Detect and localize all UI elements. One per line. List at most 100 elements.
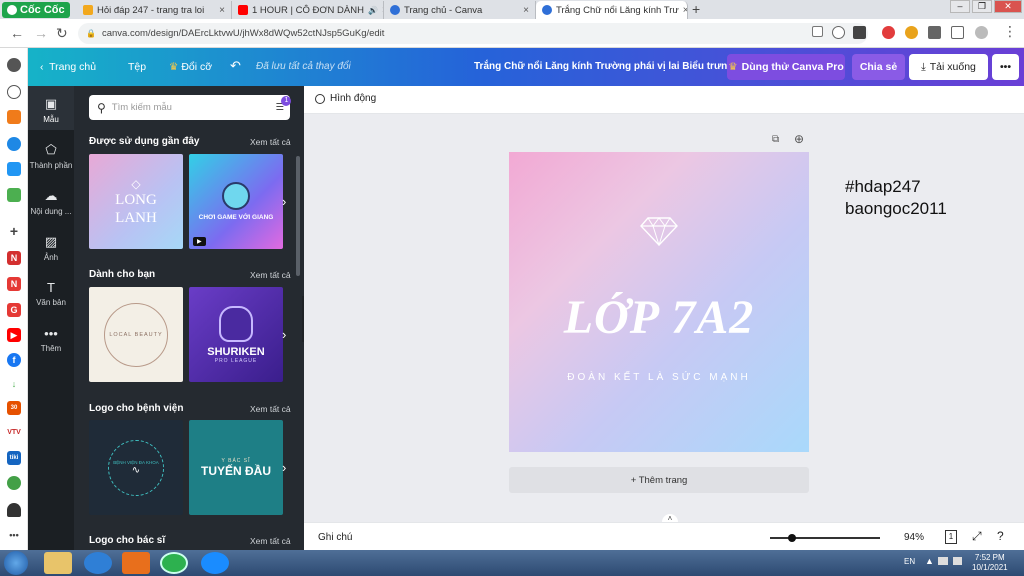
messenger-icon[interactable] bbox=[7, 137, 21, 151]
more-options-button[interactable]: ••• bbox=[992, 54, 1019, 80]
see-all-recent[interactable]: Xem tất cả bbox=[250, 137, 291, 147]
nav-elements[interactable]: ⬠ Thành phần bbox=[28, 134, 74, 178]
facebook-icon[interactable]: f bbox=[7, 353, 21, 367]
new-tab-button[interactable]: + bbox=[692, 1, 700, 17]
zalo-icon[interactable] bbox=[7, 162, 21, 176]
download-icon[interactable] bbox=[853, 26, 866, 39]
zoom-slider[interactable] bbox=[770, 534, 880, 542]
resize-button[interactable]: ♛ Đổi cỡ bbox=[169, 61, 212, 73]
calendar-icon[interactable]: 30 bbox=[7, 401, 21, 415]
close-tab-icon[interactable]: × bbox=[683, 5, 687, 16]
page-count-button[interactable]: 1 bbox=[945, 530, 957, 544]
chevron-right-icon[interactable]: › bbox=[282, 460, 286, 475]
template-search-input[interactable]: ⚲ Tìm kiếm mẫu ☰ 1 bbox=[89, 95, 292, 120]
bookmark-star-icon[interactable] bbox=[812, 26, 823, 37]
tab-canva-home[interactable]: Trang chủ - Canva × bbox=[384, 1, 536, 19]
browser-menu-icon[interactable]: ⋮ bbox=[1003, 23, 1017, 40]
windows-start-icon[interactable] bbox=[4, 551, 28, 575]
help-icon[interactable]: ? bbox=[997, 529, 1004, 543]
template-thumb[interactable]: Y BÁC SĨ TUYẾN ĐẦU bbox=[189, 420, 283, 515]
notes-button[interactable]: Ghi chú bbox=[318, 532, 352, 543]
clock[interactable]: 7:52 PM 10/1/2021 bbox=[972, 553, 1008, 573]
notification-bell-icon[interactable] bbox=[7, 503, 21, 517]
document-title[interactable]: Trắng Chữ nổi Lăng kính Trường phái vị l… bbox=[474, 61, 733, 72]
animate-button[interactable]: Hình động bbox=[315, 93, 376, 104]
minimize-icon[interactable]: – bbox=[950, 0, 970, 13]
history-icon[interactable] bbox=[7, 85, 21, 99]
extension-coin-icon[interactable] bbox=[905, 26, 918, 39]
news2-icon[interactable]: N bbox=[7, 277, 21, 291]
undo-icon[interactable]: ↶ bbox=[230, 58, 241, 74]
panel-scrollbar[interactable] bbox=[296, 156, 300, 276]
back-arrow-icon[interactable]: ← bbox=[10, 25, 24, 41]
game-controller-icon[interactable] bbox=[7, 188, 21, 202]
url-field[interactable]: 🔒 canva.com/design/DAErcLktvwU/jhWx8dWQw… bbox=[78, 23, 868, 44]
shield-icon[interactable] bbox=[832, 26, 845, 39]
duplicate-page-icon[interactable]: ⧉ bbox=[772, 134, 779, 145]
design-title[interactable]: LỚP 7A2 bbox=[509, 290, 809, 345]
settings-gear-icon[interactable] bbox=[7, 58, 21, 72]
nav-more[interactable]: ••• Thêm bbox=[28, 318, 74, 362]
forward-arrow-icon[interactable]: → bbox=[34, 25, 48, 41]
close-window-icon[interactable]: ✕ bbox=[994, 0, 1022, 13]
vtv-icon[interactable]: VTV bbox=[7, 426, 21, 440]
see-all-doctor[interactable]: Xem tất cả bbox=[250, 536, 291, 546]
design-artboard[interactable]: LỚP 7A2 ĐOÀN KẾT LÀ SỨC MẠNH bbox=[509, 152, 809, 452]
adblock-icon[interactable] bbox=[882, 26, 895, 39]
zoom-slider-knob[interactable] bbox=[788, 534, 796, 542]
news-icon[interactable]: N bbox=[7, 251, 21, 265]
youtube-icon[interactable]: ▶ bbox=[7, 328, 21, 342]
language-indicator[interactable]: EN bbox=[904, 557, 915, 566]
file-explorer-icon[interactable] bbox=[44, 552, 72, 574]
see-all-for-you[interactable]: Xem tất cả bbox=[250, 270, 291, 280]
add-page-button[interactable]: + Thêm trang bbox=[509, 467, 809, 493]
internet-explorer-icon[interactable] bbox=[84, 552, 112, 574]
media-player-icon[interactable] bbox=[122, 552, 150, 574]
maps-icon[interactable] bbox=[7, 476, 21, 490]
file-menu-button[interactable]: Tệp bbox=[128, 61, 146, 73]
restore-icon[interactable]: ❐ bbox=[972, 0, 992, 13]
add-sidebar-icon[interactable]: + bbox=[7, 224, 21, 238]
sidebar-more-icon[interactable]: ••• bbox=[7, 528, 21, 542]
home-button[interactable]: ‹ Trang chủ bbox=[40, 61, 96, 73]
template-thumb[interactable]: SHURIKEN PRO LEAGUE bbox=[189, 287, 283, 382]
reload-icon[interactable]: ↻ bbox=[56, 25, 68, 42]
coccoc-sidebar-icon[interactable] bbox=[7, 110, 21, 124]
nav-templates[interactable]: ▣ Mẫu bbox=[28, 86, 74, 130]
chevron-right-icon[interactable]: › bbox=[282, 327, 286, 342]
nav-photos[interactable]: ▨ Ảnh bbox=[28, 226, 74, 270]
template-thumb[interactable]: BỆNH VIỆN ĐA KHOA ∿ bbox=[89, 420, 183, 515]
design-subtitle[interactable]: ĐOÀN KẾT LÀ SỨC MẠNH bbox=[509, 372, 809, 383]
filter-icon[interactable]: ☰ 1 bbox=[275, 96, 292, 113]
share-button[interactable]: Chia sẻ bbox=[852, 54, 905, 80]
template-thumb[interactable]: ◇ LONG LANH bbox=[89, 154, 183, 249]
download-button[interactable]: ⤓ Tải xuống bbox=[909, 54, 988, 80]
browser-brand[interactable]: Cốc Cốc bbox=[2, 2, 70, 18]
tray-arrow-icon[interactable]: ▲ bbox=[925, 556, 934, 566]
coccoc-taskbar-icon[interactable] bbox=[160, 552, 188, 574]
zalo-taskbar-icon[interactable] bbox=[201, 552, 229, 574]
download-sidebar-icon[interactable]: ↓ bbox=[7, 377, 21, 391]
screenshot-icon[interactable] bbox=[951, 26, 964, 39]
zoom-level[interactable]: 94% bbox=[904, 532, 924, 543]
tiki-icon[interactable]: tiki bbox=[7, 451, 21, 465]
volume-icon[interactable] bbox=[953, 557, 962, 565]
add-page-icon[interactable]: ⊕ bbox=[794, 132, 804, 146]
profile-avatar-icon[interactable] bbox=[975, 26, 988, 39]
fullscreen-icon[interactable]: ⤢ bbox=[972, 529, 982, 544]
nav-text[interactable]: T Văn bản bbox=[28, 272, 74, 316]
close-tab-icon[interactable]: × bbox=[523, 5, 529, 16]
try-pro-button[interactable]: ♛ Dùng thử Canva Pro bbox=[727, 54, 845, 80]
chevron-right-icon[interactable]: › bbox=[282, 194, 286, 209]
template-thumb-video[interactable]: CHƠI GAME VỚI GIANG ▶ bbox=[189, 154, 283, 249]
tab-canva-design[interactable]: Trắng Chữ nổi Lăng kính Trư × bbox=[536, 1, 688, 19]
network-icon[interactable] bbox=[938, 557, 948, 565]
gmail-icon[interactable]: G bbox=[7, 303, 21, 317]
nav-uploads[interactable]: ☁ Nội dung ... bbox=[28, 180, 74, 224]
tab-hoidap[interactable]: Hỏi đáp 247 - trang tra loi × bbox=[77, 1, 232, 19]
close-tab-icon[interactable]: × bbox=[219, 5, 225, 16]
template-thumb[interactable]: LOCAL BEAUTY bbox=[89, 287, 183, 382]
tab-youtube[interactable]: 1 HOUR | CÔ ĐƠN DÀNH 🔊 × bbox=[232, 1, 384, 19]
extensions-puzzle-icon[interactable] bbox=[928, 26, 941, 39]
see-all-hospital[interactable]: Xem tất cả bbox=[250, 404, 291, 414]
